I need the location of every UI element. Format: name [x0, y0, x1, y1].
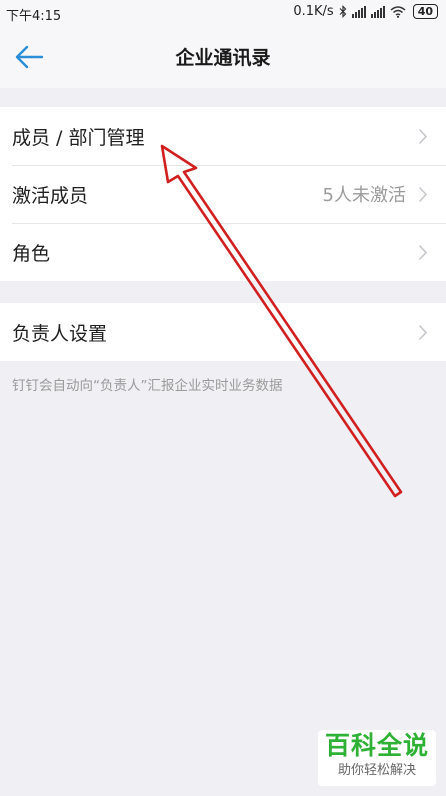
- member-department-management-item[interactable]: 成员 / 部门管理: [0, 107, 446, 165]
- signal-icon: [351, 5, 366, 18]
- chevron-right-icon: [418, 244, 428, 261]
- bluetooth-icon: [339, 5, 347, 18]
- roles-item[interactable]: 角色: [0, 223, 446, 281]
- nav-bar: 企业通讯录: [0, 26, 446, 88]
- chevron-right-icon: [418, 186, 428, 203]
- watermark-logo: 百科全说 助你轻松解决: [318, 730, 436, 786]
- item-label: 激活成员: [12, 184, 89, 207]
- watermark-subtitle: 助你轻松解决: [337, 763, 416, 778]
- status-time: 下午4:15: [6, 9, 62, 24]
- inactive-count: 5人未激活: [322, 185, 406, 206]
- chevron-right-icon: [418, 324, 428, 341]
- activate-members-item[interactable]: 激活成员 5人未激活: [0, 165, 446, 223]
- settings-group: 负责人设置: [0, 303, 446, 361]
- status-icons: 0.1K/s 40: [293, 4, 438, 19]
- network-speed: 0.1K/s: [293, 4, 334, 19]
- status-bar: 下午4:15 0.1K/s 40: [0, 0, 446, 26]
- page-title: 企业通讯录: [175, 47, 271, 69]
- hint-text: 钉钉会自动向“负责人”汇报企业实时业务数据: [12, 378, 283, 394]
- wifi-icon: [390, 5, 406, 18]
- chevron-right-icon: [418, 128, 428, 145]
- watermark-title: 百科全说: [324, 731, 429, 760]
- settings-group: 成员 / 部门管理 激活成员 5人未激活 角色: [0, 107, 446, 281]
- battery-indicator: 40: [412, 4, 438, 19]
- item-label: 负责人设置: [12, 322, 108, 345]
- responsible-person-settings-item[interactable]: 负责人设置: [0, 303, 446, 361]
- signal-icon: [370, 5, 385, 18]
- item-label: 角色: [12, 242, 51, 265]
- item-label: 成员 / 部门管理: [12, 126, 145, 149]
